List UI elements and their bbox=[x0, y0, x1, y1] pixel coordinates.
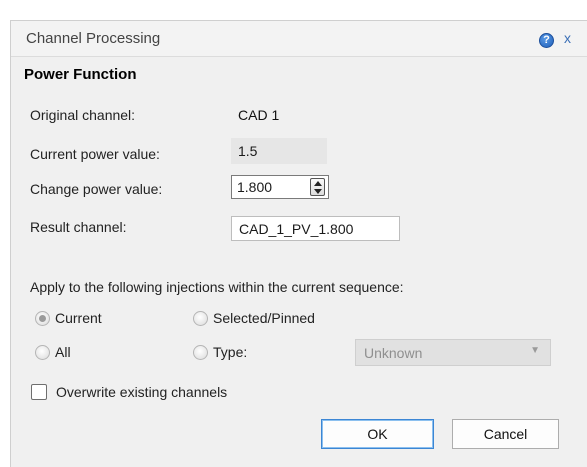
type-select-value[interactable]: Unknown bbox=[364, 345, 422, 361]
result-channel-label: Result channel: bbox=[30, 219, 127, 235]
original-channel-value: CAD 1 bbox=[238, 107, 280, 123]
radio-current[interactable]: Current bbox=[35, 309, 155, 329]
result-channel-value[interactable]: CAD_1_PV_1.800 bbox=[239, 221, 353, 237]
radio-button-icon[interactable] bbox=[193, 311, 208, 326]
radio-type-label[interactable]: Type: bbox=[213, 344, 247, 360]
channel-processing-dialog: Channel Processing ? x Power Function Or… bbox=[10, 20, 587, 467]
type-select[interactable]: Unknown ▼ bbox=[355, 339, 551, 366]
dialog-title: Channel Processing bbox=[26, 30, 161, 47]
change-power-label: Change power value: bbox=[30, 181, 163, 197]
section-header: Power Function bbox=[24, 66, 137, 83]
radio-selected-pinned[interactable]: Selected/Pinned bbox=[193, 309, 353, 329]
title-bar: Channel Processing ? x bbox=[11, 21, 587, 57]
radio-button-icon[interactable] bbox=[193, 345, 208, 360]
radio-type[interactable]: Type: bbox=[193, 343, 293, 363]
spin-up-icon[interactable] bbox=[314, 181, 322, 186]
radio-all[interactable]: All bbox=[35, 343, 115, 363]
result-channel-input[interactable]: CAD_1_PV_1.800 bbox=[231, 216, 400, 241]
overwrite-checkbox[interactable] bbox=[31, 384, 47, 400]
help-icon[interactable]: ? bbox=[539, 33, 554, 48]
spin-down-icon[interactable] bbox=[314, 189, 322, 194]
current-power-label: Current power value: bbox=[30, 146, 160, 162]
radio-button-icon[interactable] bbox=[35, 311, 50, 326]
chevron-down-icon[interactable]: ▼ bbox=[530, 345, 540, 356]
radio-all-label[interactable]: All bbox=[55, 344, 71, 360]
original-channel-label: Original channel: bbox=[30, 107, 136, 123]
apply-label: Apply to the following injections within… bbox=[30, 279, 404, 295]
close-icon[interactable]: x bbox=[564, 30, 571, 46]
current-power-value: 1.5 bbox=[238, 143, 258, 159]
change-power-stepper[interactable]: 1.800 bbox=[231, 175, 329, 199]
radio-button-icon[interactable] bbox=[35, 345, 50, 360]
cancel-button[interactable]: Cancel bbox=[452, 419, 559, 449]
change-power-value[interactable]: 1.800 bbox=[237, 179, 272, 195]
overwrite-label[interactable]: Overwrite existing channels bbox=[56, 384, 227, 400]
radio-current-label[interactable]: Current bbox=[55, 310, 102, 326]
current-power-field: 1.5 bbox=[231, 138, 327, 164]
radio-selected-pinned-label[interactable]: Selected/Pinned bbox=[213, 310, 315, 326]
spin-arrows-icon[interactable] bbox=[310, 178, 325, 196]
ok-button[interactable]: OK bbox=[321, 419, 434, 449]
